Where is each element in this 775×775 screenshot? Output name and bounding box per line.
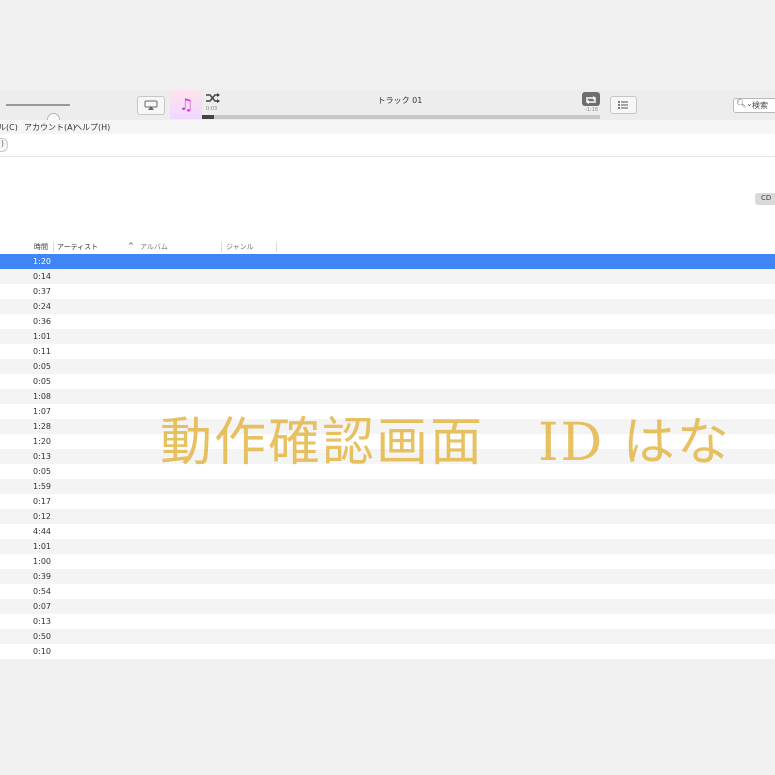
track-time: 1:20	[33, 437, 51, 446]
track-row[interactable]: 0:39	[0, 569, 775, 584]
cd-info-button[interactable]: CD	[755, 193, 775, 205]
track-row[interactable]: 1:59	[0, 479, 775, 494]
track-time: 1:01	[33, 332, 51, 341]
table-header: 時間 アーティスト ^ アルバム ジャンル	[0, 240, 775, 255]
track-time: 4:44	[33, 527, 51, 536]
track-row[interactable]: 1:01	[0, 329, 775, 344]
top-blank-area	[0, 0, 775, 90]
track-time: 1:01	[33, 542, 51, 551]
column-divider	[276, 242, 277, 252]
track-time: 0:36	[33, 317, 51, 326]
track-row[interactable]: 0:17	[0, 494, 775, 509]
menu-item-account[interactable]: アカウント(A)	[24, 122, 76, 133]
column-header-artist[interactable]: アーティスト	[57, 242, 98, 252]
track-time: 1:20	[33, 257, 51, 266]
elapsed-time: 0:03	[206, 106, 218, 112]
overlay-watermark-text: 動作確認画面 ID はな	[160, 413, 731, 473]
track-row[interactable]: 0:13	[0, 614, 775, 629]
track-time: 0:12	[33, 512, 51, 521]
sort-ascending-icon: ^	[128, 242, 134, 250]
track-time: 1:08	[33, 392, 51, 401]
track-time: 0:10	[33, 647, 51, 656]
track-time: 0:37	[33, 287, 51, 296]
track-time: 0:05	[33, 467, 51, 476]
track-row[interactable]: 0:14	[0, 269, 775, 284]
menu-item-help[interactable]: ヘルプ(H)	[74, 122, 110, 133]
search-placeholder: 検索	[752, 101, 768, 110]
track-row[interactable]: 0:07	[0, 599, 775, 614]
search-field[interactable]: 🔍︎⌄ 検索	[733, 98, 775, 113]
track-time: 1:28	[33, 422, 51, 431]
remaining-time: -1:16	[585, 107, 599, 113]
track-row[interactable]: 1:01	[0, 539, 775, 554]
repeat-button[interactable]	[582, 92, 600, 106]
search-icon: 🔍︎⌄	[736, 99, 753, 108]
nav-forward-button[interactable]: )	[0, 138, 8, 152]
track-time: 0:05	[33, 377, 51, 386]
track-row[interactable]: 0:05	[0, 374, 775, 389]
track-time: 0:13	[33, 617, 51, 626]
track-time: 0:39	[33, 572, 51, 581]
track-time: 0:50	[33, 632, 51, 641]
airplay-button[interactable]	[137, 96, 165, 115]
airplay-icon	[144, 100, 158, 110]
up-next-button[interactable]	[610, 96, 637, 114]
track-time: 0:11	[33, 347, 51, 356]
track-time: 0:17	[33, 497, 51, 506]
cd-button-label: CD	[761, 194, 772, 202]
repeat-icon	[586, 96, 596, 104]
track-time: 0:14	[33, 272, 51, 281]
volume-slider[interactable]	[6, 104, 70, 126]
navigation-bar: )	[0, 134, 775, 157]
track-row[interactable]: 0:10	[0, 644, 775, 659]
empty-list-area	[0, 659, 775, 775]
column-header-genre[interactable]: ジャンル	[226, 242, 254, 252]
track-row[interactable]: 0:24	[0, 299, 775, 314]
track-row[interactable]: 0:54	[0, 584, 775, 599]
track-row[interactable]: 4:44	[0, 524, 775, 539]
track-time: 1:07	[33, 407, 51, 416]
track-row[interactable]: 0:11	[0, 344, 775, 359]
column-header-album[interactable]: アルバム	[140, 242, 168, 252]
playback-progress-bar[interactable]	[202, 115, 600, 119]
column-header-time[interactable]: 時間	[34, 242, 48, 252]
now-playing-title: トラック 01	[377, 96, 423, 105]
track-time: 0:13	[33, 452, 51, 461]
track-row[interactable]: 1:00	[0, 554, 775, 569]
music-note-icon: ♫	[179, 95, 194, 114]
track-time: 0:05	[33, 362, 51, 371]
track-time: 0:07	[33, 602, 51, 611]
track-row[interactable]: 0:37	[0, 284, 775, 299]
music-library-button[interactable]: ♫	[170, 90, 202, 119]
track-time: 0:24	[33, 302, 51, 311]
track-row[interactable]: 0:50	[0, 629, 775, 644]
track-time: 0:54	[33, 587, 51, 596]
track-time: 1:00	[33, 557, 51, 566]
menu-item-controls[interactable]: ル(C)	[0, 122, 18, 133]
progress-fill	[202, 115, 214, 119]
player-toolbar: ♫ 0:03 トラック 01 -1:16 🔍︎⌄ 検索	[0, 90, 775, 126]
menu-bar: ル(C) アカウント(A) ヘルプ(H)	[0, 120, 775, 134]
track-row[interactable]: 1:20	[0, 254, 775, 269]
content-header: CD	[0, 157, 775, 240]
column-divider	[221, 242, 222, 252]
track-row[interactable]: 0:12	[0, 509, 775, 524]
track-time: 1:59	[33, 482, 51, 491]
chevron-right-icon: )	[0, 139, 4, 148]
track-row[interactable]: 0:36	[0, 314, 775, 329]
shuffle-icon[interactable]	[205, 92, 221, 104]
column-divider	[53, 242, 54, 252]
list-icon	[618, 101, 628, 109]
track-row[interactable]: 0:05	[0, 359, 775, 374]
